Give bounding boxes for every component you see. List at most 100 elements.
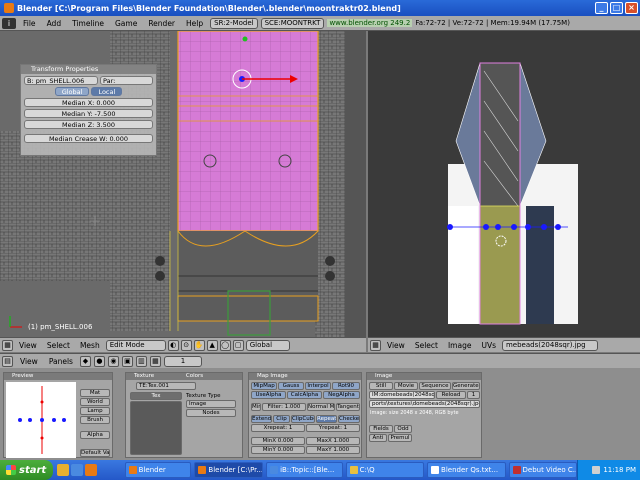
volume-icon[interactable] bbox=[592, 466, 601, 474]
buttons-menu-view[interactable]: View bbox=[16, 357, 42, 366]
preview-brush-button[interactable]: Brush bbox=[80, 416, 110, 424]
uv-image-selector[interactable]: mebeads(2048sqr).jpg bbox=[501, 339, 598, 351]
clip-toggle[interactable]: Clip bbox=[273, 415, 290, 423]
interpol-toggle[interactable]: Interpol bbox=[305, 382, 331, 390]
nodes-button[interactable]: Nodes bbox=[186, 409, 236, 417]
calcalpha-toggle[interactable]: CalcAlpha bbox=[287, 391, 322, 399]
uv-menu-view[interactable]: View bbox=[383, 341, 409, 350]
menu-game[interactable]: Game bbox=[111, 19, 141, 28]
menu-render[interactable]: Render bbox=[144, 19, 179, 28]
image-panel-title[interactable]: Image bbox=[367, 373, 481, 380]
miny-field[interactable]: MinY 0.000 bbox=[251, 446, 305, 454]
buttons-window-type-icon[interactable]: ▤ bbox=[2, 355, 13, 367]
object-name-field[interactable]: B: pm_SHELL.006 bbox=[24, 76, 98, 85]
info-window-type-icon[interactable]: i bbox=[2, 17, 16, 29]
menu-view[interactable]: View bbox=[15, 341, 41, 350]
mipmap-toggle[interactable]: MipMap bbox=[251, 382, 277, 390]
rotate-icon[interactable]: ◯ bbox=[219, 339, 231, 351]
texture-name-field[interactable]: TE:Tex.001 bbox=[136, 382, 196, 390]
folder-icon[interactable] bbox=[57, 464, 70, 476]
clock[interactable]: 11:18 PM bbox=[603, 466, 636, 474]
movie-tab[interactable]: Movie bbox=[394, 382, 418, 390]
maxy-field[interactable]: MaxY 1.000 bbox=[306, 446, 360, 454]
generated-tab[interactable]: Generated bbox=[452, 382, 480, 390]
logic-icon[interactable]: ◆ bbox=[79, 355, 91, 367]
task-notepad[interactable]: Blender Qs.txt... bbox=[427, 462, 506, 478]
xrepeat-field[interactable]: Xrepeat: 1 bbox=[251, 424, 305, 432]
reload-button[interactable]: Reload bbox=[436, 391, 466, 399]
frame-field[interactable]: 1 bbox=[163, 355, 202, 367]
menu-add[interactable]: Add bbox=[43, 19, 66, 28]
preview-mat-button[interactable]: Mat bbox=[80, 389, 110, 397]
maximize-button[interactable]: □ bbox=[610, 2, 623, 14]
premul-toggle[interactable]: Premul bbox=[388, 434, 412, 442]
tangent-toggle[interactable]: Tangent bbox=[336, 403, 360, 411]
colors-tab[interactable]: Colors bbox=[186, 373, 203, 379]
preview-alpha-button[interactable]: Alpha bbox=[80, 431, 110, 439]
uv-image-editor[interactable] bbox=[368, 31, 640, 337]
mode-selector[interactable]: Edit Mode bbox=[105, 339, 166, 351]
browser-icon[interactable] bbox=[71, 464, 84, 476]
maxx-field[interactable]: MaxX 1.000 bbox=[306, 437, 360, 445]
median-x-field[interactable]: Median X: 0.000 bbox=[24, 98, 153, 107]
texture-slot[interactable]: Tex bbox=[130, 392, 182, 400]
texture-type-selector[interactable]: Image bbox=[186, 400, 236, 408]
checker-toggle[interactable]: Checker bbox=[338, 415, 360, 423]
task-debut-video[interactable]: Debut Video C... bbox=[508, 462, 578, 478]
close-button[interactable]: × bbox=[625, 2, 638, 14]
odd-toggle[interactable]: Odd bbox=[394, 425, 412, 433]
repeat-toggle[interactable]: Repeat bbox=[316, 415, 337, 423]
median-crease-field[interactable]: Median Crease W: 0.000 bbox=[24, 134, 153, 143]
minx-field[interactable]: MinX 0.000 bbox=[251, 437, 305, 445]
shading-icon[interactable]: ◉ bbox=[107, 355, 119, 367]
image-users-count[interactable]: 1 bbox=[467, 391, 480, 399]
task-blender-file[interactable]: Blender [C:\Pr... bbox=[194, 462, 264, 478]
sequence-tab[interactable]: Sequence bbox=[419, 382, 451, 390]
gauss-toggle[interactable]: Gauss bbox=[278, 382, 304, 390]
menu-help[interactable]: Help bbox=[182, 19, 207, 28]
menu-select[interactable]: Select bbox=[43, 341, 74, 350]
scale-icon[interactable]: ▢ bbox=[232, 339, 244, 351]
uv-menu-uvs[interactable]: UVs bbox=[477, 341, 500, 350]
fields-toggle[interactable]: Fields bbox=[369, 425, 393, 433]
default-vars-button[interactable]: Default Vars bbox=[80, 449, 110, 457]
3d-viewport[interactable]: Transform Properties B: pm_SHELL.006 Par… bbox=[0, 31, 366, 337]
task-folder[interactable]: C:\Q bbox=[345, 462, 425, 478]
task-browser-topic[interactable]: iB::Topic::[Ble... bbox=[266, 462, 343, 478]
preview-panel-title[interactable]: Preview bbox=[4, 373, 112, 380]
yrepeat-field[interactable]: Yrepeat: 1 bbox=[306, 424, 360, 432]
window-type-icon[interactable]: ▦ bbox=[2, 339, 13, 351]
preview-lamp-button[interactable]: Lamp bbox=[80, 407, 110, 415]
script-icon[interactable]: ● bbox=[93, 355, 105, 367]
start-button[interactable]: start bbox=[0, 460, 54, 480]
median-z-field[interactable]: Median Z: 3.500 bbox=[24, 120, 153, 129]
normal-map-toggle[interactable]: Normal Map bbox=[307, 403, 335, 411]
uv-menu-select[interactable]: Select bbox=[411, 341, 442, 350]
translate-icon[interactable]: ▲ bbox=[206, 339, 218, 351]
image-path-field[interactable]: ports\textures\domebeads(2048sqr).jpg bbox=[369, 400, 480, 408]
texture-tab[interactable]: Texture bbox=[134, 373, 154, 379]
blender-quick-icon[interactable] bbox=[85, 464, 98, 476]
median-y-field[interactable]: Median Y: -7.500 bbox=[24, 109, 153, 118]
uv-window-type-icon[interactable]: ▦ bbox=[370, 339, 381, 351]
parent-field[interactable]: Par: bbox=[100, 76, 153, 85]
uv-layout-view[interactable] bbox=[368, 31, 640, 337]
scene-selector[interactable]: SCE:MOONTRKT bbox=[260, 17, 325, 29]
minimize-button[interactable]: _ bbox=[595, 2, 608, 14]
uv-menu-image[interactable]: Image bbox=[444, 341, 476, 350]
global-toggle[interactable]: Global bbox=[54, 87, 90, 96]
draw-type-icon[interactable]: ◐ bbox=[167, 339, 179, 351]
preview-world-button[interactable]: World bbox=[80, 398, 110, 406]
extend-toggle[interactable]: Extend bbox=[251, 415, 272, 423]
image-name-field[interactable]: IM:domebeads(2048sqr).jpg bbox=[369, 391, 435, 399]
rot90-toggle[interactable]: Rot90 bbox=[332, 382, 360, 390]
scene-icon[interactable]: ▦ bbox=[149, 355, 161, 367]
screen-selector[interactable]: SR:2-Model bbox=[210, 17, 258, 29]
panels-label[interactable]: Panels bbox=[45, 357, 77, 366]
editing-icon[interactable]: ▥ bbox=[135, 355, 147, 367]
pivot-icon[interactable]: ⊙ bbox=[180, 339, 192, 351]
menu-file[interactable]: File bbox=[19, 19, 40, 28]
task-blender[interactable]: Blender bbox=[124, 462, 192, 478]
anti-toggle[interactable]: Anti bbox=[369, 434, 387, 442]
texture-slots-list[interactable] bbox=[130, 401, 182, 455]
